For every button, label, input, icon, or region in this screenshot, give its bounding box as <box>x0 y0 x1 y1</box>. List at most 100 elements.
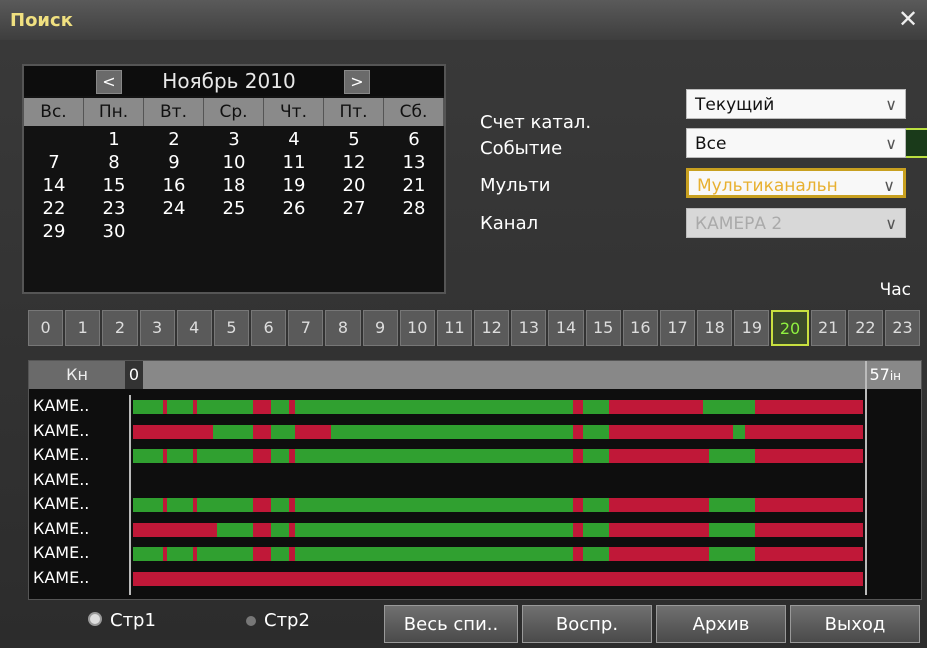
camera-label: КАМЕ.. <box>33 469 90 489</box>
recording-track[interactable] <box>133 449 863 463</box>
hour-button[interactable]: 15 <box>585 310 621 346</box>
calendar-day[interactable]: 3 <box>204 128 264 151</box>
hour-button[interactable]: 23 <box>884 310 921 346</box>
recording-segment <box>253 449 271 463</box>
calendar-day[interactable]: 4 <box>264 128 324 151</box>
calendar-day[interactable]: 16 <box>144 174 204 197</box>
calendar-day[interactable]: 1 <box>84 128 144 151</box>
recording-track[interactable] <box>133 400 863 414</box>
hour-button[interactable]: 1 <box>65 310 101 346</box>
calendar-day[interactable]: 19 <box>264 174 324 197</box>
calendar-day[interactable]: 22 <box>24 197 84 220</box>
camera-row[interactable]: КАМЕ.. <box>29 469 921 494</box>
calendar-day[interactable]: 14 <box>24 174 84 197</box>
camera-row[interactable]: КАМЕ.. <box>29 395 921 420</box>
hour-button[interactable]: 19 <box>734 310 770 346</box>
hour-button[interactable]: 10 <box>399 310 435 346</box>
recording-segment <box>295 498 573 512</box>
hour-button[interactable]: 9 <box>362 310 398 346</box>
calendar-day[interactable]: 29 <box>24 220 84 243</box>
recording-segment <box>583 400 609 414</box>
calendar-day[interactable]: 23 <box>84 197 144 220</box>
hour-button[interactable]: 18 <box>697 310 733 346</box>
hour-button[interactable]: 22 <box>847 310 883 346</box>
hour-button[interactable]: 11 <box>436 310 473 346</box>
calendar-day[interactable]: 11 <box>264 151 324 174</box>
calendar-day[interactable]: 27 <box>324 197 384 220</box>
calendar-day[interactable]: 7 <box>24 151 84 174</box>
recording-track[interactable] <box>133 498 863 512</box>
recording-segment <box>253 424 271 439</box>
recording-track[interactable] <box>133 547 863 561</box>
recording-segment <box>217 424 253 439</box>
calendar-day[interactable]: 30 <box>84 220 144 243</box>
recording-segment <box>271 522 289 537</box>
calendar-day[interactable]: 28 <box>384 197 444 220</box>
camera-row[interactable]: КАМЕ.. <box>29 567 921 592</box>
exit-button[interactable]: Выход <box>790 605 920 643</box>
close-icon[interactable]: ✕ <box>895 6 921 32</box>
hour-button[interactable]: 8 <box>325 310 361 346</box>
hour-button[interactable]: 21 <box>810 310 846 346</box>
timeline-cursor-start[interactable] <box>129 395 131 595</box>
hour-button[interactable]: 3 <box>139 310 175 346</box>
calendar-day[interactable]: 5 <box>324 128 384 151</box>
hour-button[interactable]: 17 <box>659 310 696 346</box>
camera-row[interactable]: КАМЕ.. <box>29 420 921 445</box>
next-month-button[interactable]: > <box>344 70 370 94</box>
calendar-day[interactable]: 24 <box>144 197 204 220</box>
hour-button[interactable]: 20 <box>771 310 809 346</box>
calendar-day[interactable]: 26 <box>264 197 324 220</box>
channel-select[interactable]: КАМЕРА 2 ∨ <box>686 208 906 238</box>
calendar-day[interactable]: 21 <box>384 174 444 197</box>
hour-button[interactable]: 12 <box>474 310 510 346</box>
catalog-select[interactable]: Текущий ∨ <box>686 89 906 119</box>
recording-track[interactable] <box>133 522 863 537</box>
timeline: Кн 0 57ін КАМЕ.. КАМЕ.. КАМЕ.. КАМЕ.. КАМЕ..… <box>28 360 922 600</box>
recording-segment <box>295 522 573 537</box>
timeline-cursor-end[interactable] <box>865 361 867 595</box>
camera-row[interactable]: КАМЕ.. <box>29 518 921 543</box>
hour-button[interactable]: 0 <box>28 310 64 346</box>
hour-button[interactable]: 16 <box>622 310 658 346</box>
recording-track[interactable] <box>133 474 863 488</box>
hour-button[interactable]: 6 <box>251 310 287 346</box>
calendar-day[interactable]: 15 <box>84 174 144 197</box>
hour-button[interactable]: 7 <box>288 310 324 346</box>
hour-button[interactable]: 13 <box>511 310 547 346</box>
recording-segment <box>139 522 217 537</box>
calendar-day[interactable]: 20 <box>324 174 384 197</box>
calendar-day[interactable]: 2 <box>144 128 204 151</box>
camera-row[interactable]: КАМЕ.. <box>29 493 921 518</box>
window-title: Поиск <box>10 10 73 31</box>
calendar-day[interactable]: 10 <box>204 151 264 174</box>
recording-track[interactable] <box>133 424 863 439</box>
calendar-day[interactable]: 13 <box>384 151 444 174</box>
recording-segment <box>197 400 205 414</box>
all-list-button[interactable]: Весь спи.. <box>384 605 518 643</box>
archive-button[interactable]: Архив <box>656 605 786 643</box>
hour-button[interactable]: 4 <box>176 310 212 346</box>
event-value: Все <box>695 134 727 154</box>
multi-select[interactable]: Мультиканальн ∨ <box>686 168 906 198</box>
camera-row[interactable]: КАМЕ.. <box>29 444 921 469</box>
calendar-day[interactable]: 9 <box>144 151 204 174</box>
recording-track[interactable] <box>133 571 863 586</box>
minute-end-value: 57 <box>869 365 890 384</box>
play-button[interactable]: Воспр. <box>522 605 652 643</box>
page2-radio[interactable]: Стр2 <box>246 610 310 631</box>
event-select[interactable]: Все ∨ <box>686 128 906 158</box>
camera-label: КАМЕ.. <box>33 567 90 587</box>
prev-month-button[interactable]: < <box>96 70 122 94</box>
calendar-day[interactable]: 6 <box>384 128 444 151</box>
calendar-day[interactable]: 25 <box>204 197 264 220</box>
camera-row[interactable]: КАМЕ.. <box>29 542 921 567</box>
calendar-day[interactable]: 8 <box>84 151 144 174</box>
hour-button[interactable]: 2 <box>102 310 138 346</box>
page1-radio[interactable]: Стр1 <box>88 610 156 631</box>
calendar-day[interactable]: 18 <box>204 174 264 197</box>
hour-button[interactable]: 14 <box>548 310 584 346</box>
hour-button[interactable]: 5 <box>213 310 250 346</box>
calendar-day[interactable]: 12 <box>324 151 384 174</box>
recording-segment <box>295 449 573 463</box>
